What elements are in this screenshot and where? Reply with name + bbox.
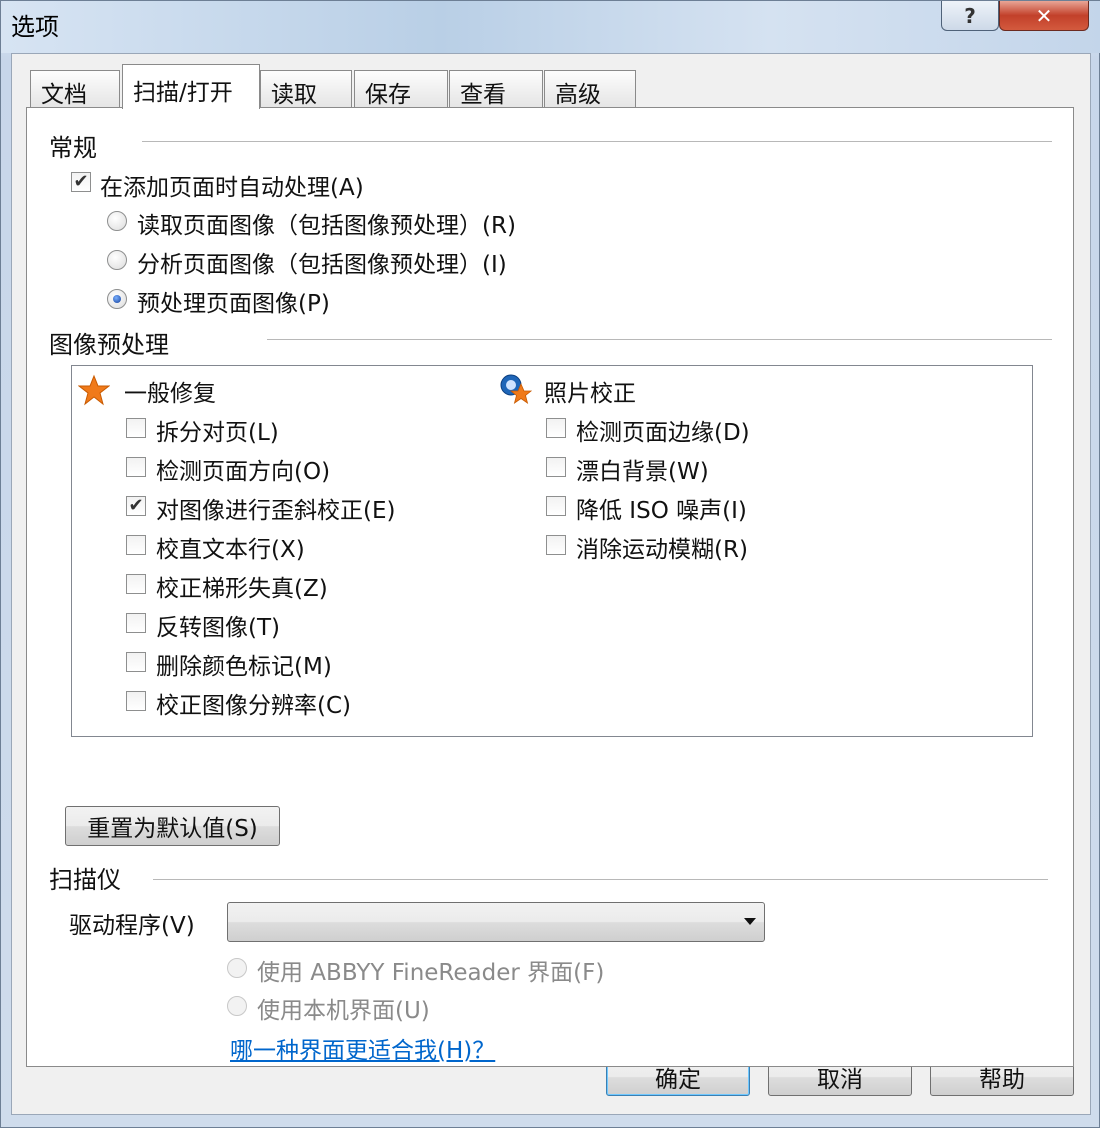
dialog-client: 文档 扫描/打开 读取 保存 查看 高级 常规 ✔ 在添加页面时自动处理(A) … xyxy=(11,53,1091,1115)
tab-scan-open[interactable]: 扫描/打开 xyxy=(122,64,260,109)
scanner-separator xyxy=(153,879,1048,880)
tab-label: 文档 xyxy=(41,82,87,108)
dialog-window: 选项 ? ✕ 文档 扫描/打开 读取 保存 查看 高级 常规 ✔ 在添加页面时自… xyxy=(0,0,1100,1128)
general-separator xyxy=(142,141,1052,142)
reduce-iso-noise-label[interactable]: 降低 ISO 噪声(I) xyxy=(576,491,747,525)
whiten-background-label[interactable]: 漂白背景(W) xyxy=(576,452,709,486)
split-pages-checkbox[interactable] xyxy=(126,418,146,438)
tab-label: 保存 xyxy=(365,82,411,108)
radio-analyze-page-image[interactable] xyxy=(107,250,127,270)
radio-use-abbyy-interface[interactable] xyxy=(227,958,247,978)
radio-read-page-image-label[interactable]: 读取页面图像（包括图像预处理）(R) xyxy=(137,206,516,240)
deskew-checkbox[interactable]: ✔ xyxy=(126,496,146,516)
trapezoid-correction-label[interactable]: 校正梯形失真(Z) xyxy=(156,569,328,603)
tab-label: 读取 xyxy=(271,82,317,108)
title-close-button[interactable]: ✕ xyxy=(999,1,1089,31)
auto-process-checkbox[interactable]: ✔ xyxy=(71,172,91,192)
tab-document[interactable]: 文档 xyxy=(30,70,120,108)
radio-preprocess-page-image-label[interactable]: 预处理页面图像(P) xyxy=(137,284,330,318)
straighten-lines-label[interactable]: 校直文本行(X) xyxy=(156,530,305,564)
tab-save[interactable]: 保存 xyxy=(354,70,448,108)
title-help-button[interactable]: ? xyxy=(941,1,999,31)
whiten-background-checkbox[interactable] xyxy=(546,457,566,477)
close-icon: ✕ xyxy=(1035,3,1053,28)
general-fix-title: 一般修复 xyxy=(124,381,216,407)
radio-use-abbyy-interface-label[interactable]: 使用 ABBYY FineReader 界面(F) xyxy=(257,953,604,987)
driver-label: 驱动程序(V) xyxy=(69,913,195,939)
radio-use-native-interface-label[interactable]: 使用本机界面(U) xyxy=(257,991,430,1025)
check-icon: ✔ xyxy=(128,495,144,516)
detect-edges-label[interactable]: 检测页面边缘(D) xyxy=(576,413,750,447)
tab-label: 查看 xyxy=(460,82,506,108)
tab-read[interactable]: 读取 xyxy=(260,70,352,108)
remove-color-marks-label[interactable]: 删除颜色标记(M) xyxy=(156,647,332,681)
detect-edges-checkbox[interactable] xyxy=(546,418,566,438)
driver-dropdown[interactable] xyxy=(227,902,765,942)
reset-defaults-button[interactable]: 重置为默认值(S) xyxy=(65,806,280,846)
auto-process-label[interactable]: 在添加页面时自动处理(A) xyxy=(100,168,364,202)
star-icon xyxy=(78,374,110,406)
invert-image-checkbox[interactable] xyxy=(126,613,146,633)
preprocess-group-title: 图像预处理 xyxy=(49,331,169,359)
tab-view[interactable]: 查看 xyxy=(449,70,543,108)
question-icon: ? xyxy=(964,3,976,28)
detect-orientation-label[interactable]: 检测页面方向(O) xyxy=(156,452,330,486)
remove-motion-blur-checkbox[interactable] xyxy=(546,535,566,555)
chevron-down-icon xyxy=(744,918,756,925)
radio-analyze-page-image-label[interactable]: 分析页面图像（包括图像预处理）(I) xyxy=(137,245,507,279)
preprocess-options-box: 一般修复 拆分对页(L) 检测页面方向(O) ✔ 对图像进行歪斜校正(E) 校直… xyxy=(71,365,1033,737)
tab-panel-scan-open: 常规 ✔ 在添加页面时自动处理(A) 读取页面图像（包括图像预处理）(R) 分析… xyxy=(26,107,1074,1067)
deskew-label[interactable]: 对图像进行歪斜校正(E) xyxy=(156,491,395,525)
title-bar[interactable]: 选项 ? ✕ xyxy=(1,1,1100,53)
straighten-lines-checkbox[interactable] xyxy=(126,535,146,555)
correct-resolution-checkbox[interactable] xyxy=(126,691,146,711)
remove-motion-blur-label[interactable]: 消除运动模糊(R) xyxy=(576,530,748,564)
window-title: 选项 xyxy=(11,13,59,41)
scanner-group-title: 扫描仪 xyxy=(49,866,121,894)
correct-resolution-label[interactable]: 校正图像分辨率(C) xyxy=(156,686,351,720)
general-group-title: 常规 xyxy=(49,134,97,162)
preprocess-separator xyxy=(267,339,1052,340)
reduce-iso-noise-checkbox[interactable] xyxy=(546,496,566,516)
tab-advanced[interactable]: 高级 xyxy=(544,70,636,108)
radio-preprocess-page-image[interactable] xyxy=(107,289,127,309)
photo-fix-title: 照片校正 xyxy=(544,381,636,407)
tab-label: 高级 xyxy=(555,82,601,108)
tab-label: 扫描/打开 xyxy=(133,80,233,106)
radio-read-page-image[interactable] xyxy=(107,211,127,231)
radio-use-native-interface[interactable] xyxy=(227,996,247,1016)
photo-correction-icon xyxy=(500,374,532,404)
detect-orientation-checkbox[interactable] xyxy=(126,457,146,477)
invert-image-label[interactable]: 反转图像(T) xyxy=(156,608,280,642)
check-icon: ✔ xyxy=(73,171,89,192)
remove-color-marks-checkbox[interactable] xyxy=(126,652,146,672)
which-interface-link[interactable]: 哪一种界面更适合我(H)？ xyxy=(230,1031,495,1065)
split-pages-label[interactable]: 拆分对页(L) xyxy=(156,413,279,447)
trapezoid-correction-checkbox[interactable] xyxy=(126,574,146,594)
